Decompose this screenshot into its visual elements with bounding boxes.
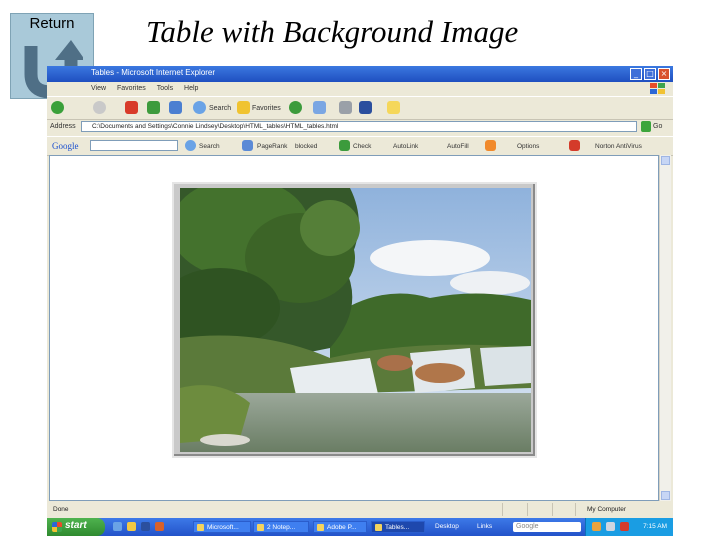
task-tables[interactable]: Tables... [371,521,425,533]
media-quicklaunch-icon[interactable] [155,522,164,531]
google-search-button[interactable]: Search [199,143,220,150]
google-logo[interactable]: Google [52,141,79,151]
notes-icon[interactable] [387,101,400,114]
windows-logo-icon [650,83,665,94]
title-bar: Tables - Microsoft Internet Explorer _ □… [47,66,673,82]
mail-icon[interactable] [313,101,326,114]
history-icon[interactable] [289,101,302,114]
address-bar: Address C:\Documents and Settings\Connie… [47,119,673,135]
volume-icon[interactable] [606,522,615,531]
desktop-toolbar[interactable]: Desktop [435,523,459,530]
menu-bar: View Favorites Tools Help [47,82,673,96]
status-text: Done [53,506,69,513]
norton-icon[interactable] [569,140,580,151]
security-zone: My Computer [587,506,627,513]
print-icon[interactable] [339,101,352,114]
autolink-button[interactable]: AutoLink [393,143,418,150]
stop-icon[interactable] [125,101,138,114]
clock: 7:15 AM [643,523,667,530]
start-label: start [65,520,87,531]
google-search-input[interactable] [90,140,178,151]
autofill-button[interactable]: AutoFill [447,143,469,150]
taskbar-google-search[interactable]: Google [513,522,581,532]
background-image-table [172,182,537,458]
menu-tools[interactable]: Tools [157,85,173,92]
favorites-icon[interactable] [237,101,250,114]
return-label: Return [29,15,75,32]
folder-quicklaunch-icon[interactable] [127,522,136,531]
back-icon[interactable] [51,101,64,114]
start-button[interactable]: start [47,518,105,536]
standard-toolbar: Search Favorites [47,96,673,120]
google-toolbar: Google Search PageRank blocked Check Aut… [47,136,673,156]
options-button[interactable]: Options [517,143,539,150]
menu-favorites[interactable]: Favorites [117,85,146,92]
norton-button[interactable]: Norton AntiVirus [595,143,642,150]
task-adobe[interactable]: Adobe P... [313,521,367,533]
check-button[interactable]: Check [353,143,371,150]
waterfall-photo [180,188,531,452]
task-notepad[interactable]: 2 Notep... [253,521,309,533]
task-microsoft[interactable]: Microsoft... [193,521,251,533]
close-button[interactable]: × [658,68,670,80]
check-icon[interactable] [339,140,350,151]
taskbar: start Microsoft... 2 Notep... Adobe P...… [47,518,673,536]
search-icon[interactable] [193,101,206,114]
vertical-scrollbar[interactable] [659,155,671,501]
blogger-icon[interactable] [485,140,496,151]
address-input[interactable]: C:\Documents and Settings\Connie Lindsey… [81,121,637,132]
address-label: Address [50,123,76,130]
slide-title: Table with Background Image [146,14,519,49]
minimize-button[interactable]: _ [630,68,642,80]
scroll-down-arrow[interactable] [661,491,670,500]
ie-quicklaunch-icon[interactable] [113,522,122,531]
windows-flag-icon [52,522,62,532]
menu-view[interactable]: View [91,85,106,92]
popup-blocked-button[interactable]: blocked [295,143,317,150]
home-icon[interactable] [169,101,182,114]
tray-icon[interactable] [592,522,601,531]
refresh-icon[interactable] [147,101,160,114]
scroll-up-arrow[interactable] [661,156,670,165]
status-bar: Done My Computer [47,502,673,518]
favorites-button[interactable]: Favorites [252,105,281,112]
pagerank-button[interactable]: PageRank [257,143,287,150]
go-button[interactable]: Go [653,123,662,130]
window-title: Tables - Microsoft Internet Explorer [91,68,216,77]
antivirus-tray-icon[interactable] [620,522,629,531]
google-search-icon[interactable] [185,140,196,151]
menu-help[interactable]: Help [184,85,198,92]
forward-icon[interactable] [93,101,106,114]
go-arrow-icon[interactable] [641,121,651,132]
pagerank-icon[interactable] [242,140,253,151]
maximize-button[interactable]: □ [644,68,656,80]
search-button[interactable]: Search [209,105,231,112]
links-toolbar[interactable]: Links [477,523,492,530]
browser-window: Tables - Microsoft Internet Explorer _ □… [47,66,673,536]
system-tray: 7:15 AM [585,518,673,536]
word-quicklaunch-icon[interactable] [141,522,150,531]
word-icon[interactable] [359,101,372,114]
